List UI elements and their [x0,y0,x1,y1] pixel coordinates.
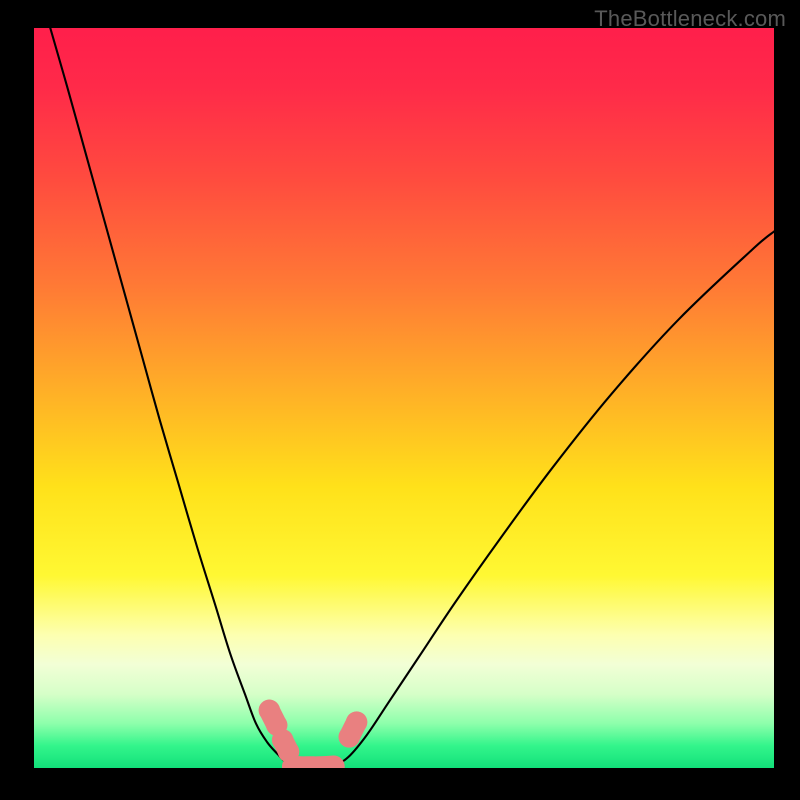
marker-pill [269,710,276,725]
curves-layer [34,28,774,768]
watermark-text: TheBottleneck.com [594,6,786,32]
left-curve [50,28,293,767]
plot-area [34,28,774,768]
marker-pill [283,740,289,752]
chart-frame: TheBottleneck.com [0,0,800,800]
right-curve [334,232,774,767]
bottom-band [293,767,334,768]
marker-pill [349,722,356,737]
